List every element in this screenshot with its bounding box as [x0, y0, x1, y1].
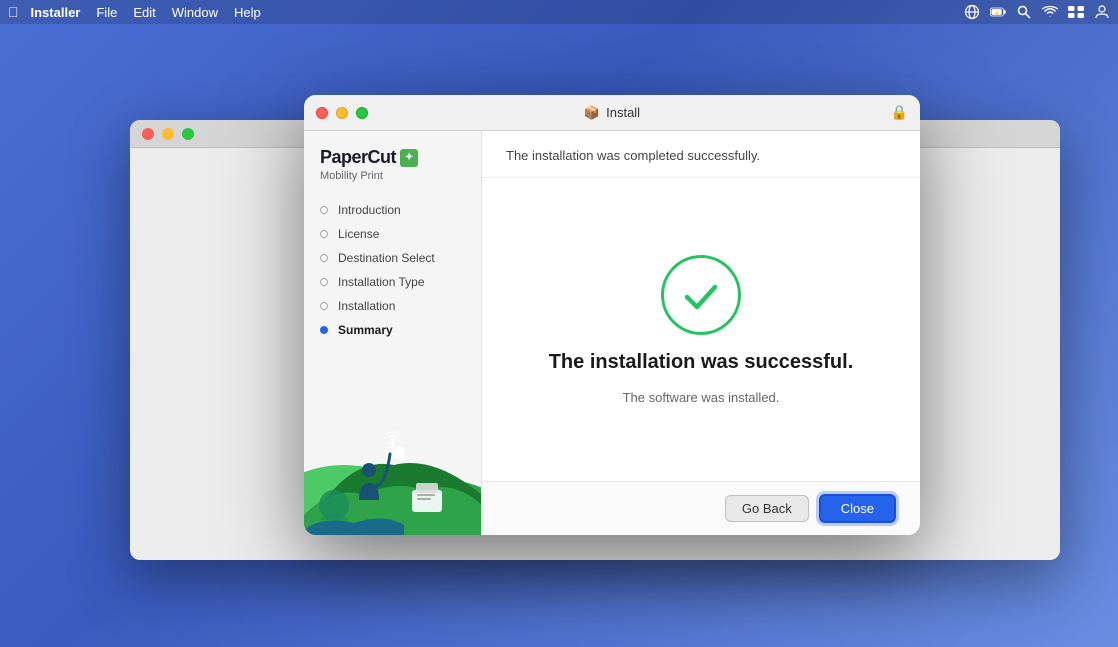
main-body: The installation was successful. The sof…	[482, 178, 920, 481]
main-footer: Go Back Close	[482, 481, 920, 535]
brand-icon: ✦	[400, 149, 418, 167]
main-header: The installation was completed successfu…	[482, 131, 920, 178]
go-back-button[interactable]: Go Back	[725, 495, 809, 522]
nav-dot-license	[320, 230, 328, 238]
title-icon: 📦	[584, 105, 600, 121]
main-content: The installation was completed successfu…	[482, 131, 920, 535]
bg-minimize-button[interactable]	[162, 128, 174, 140]
app-name[interactable]: Installer	[31, 5, 81, 20]
nav-dot-installation	[320, 302, 328, 310]
close-button[interactable]: Close	[819, 494, 896, 523]
menu-window[interactable]: Window	[172, 5, 218, 20]
bg-close-button[interactable]	[142, 128, 154, 140]
battery-icon[interactable]: ⚡	[990, 4, 1006, 20]
nav-item-summary[interactable]: Summary	[304, 318, 481, 342]
illustration-svg	[304, 375, 482, 535]
window-body: PaperCut ✦ Mobility Print Introduction L…	[304, 131, 920, 535]
nav-label-introduction: Introduction	[338, 203, 401, 217]
notification-icon[interactable]	[1094, 4, 1110, 20]
lock-icon: 🔒	[891, 104, 908, 121]
nav-item-installation-type[interactable]: Installation Type	[304, 270, 481, 294]
installer-window: 📦 Install 🔒 PaperCut ✦ Mobility Print In…	[304, 95, 920, 535]
papercut-logo: PaperCut ✦	[320, 147, 465, 168]
brand-name: PaperCut	[320, 147, 396, 168]
nav-label-destination: Destination Select	[338, 251, 435, 265]
checkmark-svg	[677, 271, 725, 319]
titlebar-title: 📦 Install	[584, 105, 640, 121]
nav-item-installation[interactable]: Installation	[304, 294, 481, 318]
bg-maximize-button[interactable]	[182, 128, 194, 140]
sidebar: PaperCut ✦ Mobility Print Introduction L…	[304, 131, 482, 535]
search-icon[interactable]	[1016, 4, 1032, 20]
nav-dot-installation-type	[320, 278, 328, 286]
nav-dot-summary	[320, 326, 328, 334]
sidebar-brand: PaperCut ✦ Mobility Print	[304, 131, 481, 190]
globe-icon[interactable]	[964, 4, 980, 20]
titlebar: 📦 Install 🔒	[304, 95, 920, 131]
menu-edit[interactable]: Edit	[133, 5, 155, 20]
menubar-right-icons: ⚡	[964, 4, 1110, 20]
menu-file[interactable]: File	[96, 5, 117, 20]
nav-item-license[interactable]: License	[304, 222, 481, 246]
header-text: The installation was completed successfu…	[506, 148, 760, 163]
nav-label-installation: Installation	[338, 299, 395, 313]
apple-menu[interactable]: 	[8, 4, 19, 20]
nav-dot-introduction	[320, 206, 328, 214]
nav-label-license: License	[338, 227, 379, 241]
brand-subtitle: Mobility Print	[320, 170, 465, 182]
minimize-traffic-light[interactable]	[336, 107, 348, 119]
success-circle	[661, 255, 741, 335]
sidebar-nav: Introduction License Destination Select …	[304, 190, 481, 375]
nav-dot-destination	[320, 254, 328, 262]
menubar:  Installer File Edit Window Help ⚡	[0, 0, 1118, 24]
nav-item-destination[interactable]: Destination Select	[304, 246, 481, 270]
title-text: Install	[606, 105, 640, 120]
svg-text:⚡: ⚡	[994, 10, 1000, 17]
traffic-lights	[316, 107, 368, 119]
sidebar-illustration	[304, 375, 482, 535]
maximize-traffic-light[interactable]	[356, 107, 368, 119]
nav-label-installation-type: Installation Type	[338, 275, 425, 289]
control-center-icon[interactable]	[1068, 4, 1084, 20]
wifi-icon[interactable]	[1042, 4, 1058, 20]
close-traffic-light[interactable]	[316, 107, 328, 119]
menu-help[interactable]: Help	[234, 5, 261, 20]
success-title: The installation was successful.	[549, 351, 854, 374]
nav-item-introduction[interactable]: Introduction	[304, 198, 481, 222]
nav-label-summary: Summary	[338, 323, 393, 337]
success-subtitle: The software was installed.	[623, 390, 780, 405]
